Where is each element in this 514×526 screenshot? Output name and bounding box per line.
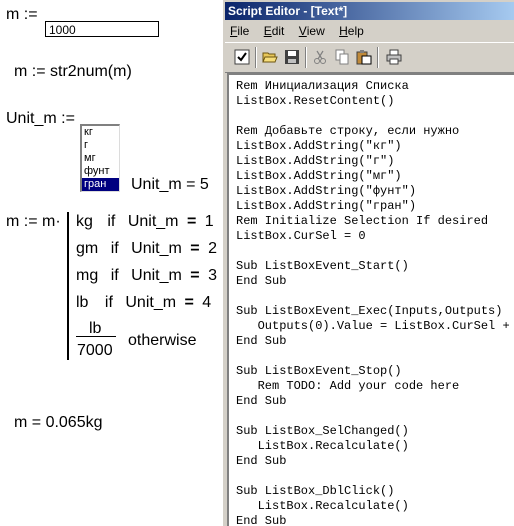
toolbar-separator	[305, 47, 307, 68]
open-folder-icon	[262, 52, 278, 63]
cut-button[interactable]	[309, 47, 331, 68]
toolbar	[225, 42, 514, 73]
code-line[interactable]: Outputs(0).Value = ListBox.CurSel + 1	[236, 319, 514, 334]
code-line[interactable]: ListBox.AddString("гран")	[236, 199, 514, 214]
menu-view[interactable]: View	[294, 22, 331, 38]
code-editor[interactable]: Rem Инициализация Списка ListBox.ResetCon…	[227, 73, 514, 526]
code-line[interactable]	[236, 109, 514, 124]
code-line[interactable]: ListBox.AddString("кг")	[236, 139, 514, 154]
code-line[interactable]: Rem Initialize Selection If desired	[236, 214, 514, 229]
m-assign-label: m :=	[6, 6, 38, 23]
code-line[interactable]: ListBox.Recalculate()	[236, 439, 514, 454]
code-text[interactable]: Rem Инициализация Списка ListBox.ResetCon…	[236, 79, 514, 526]
code-line[interactable]	[236, 349, 514, 364]
mass-input-field[interactable]: 1000	[45, 21, 159, 37]
code-line[interactable]: Sub ListBoxEvent_Exec(Inputs,Outputs)	[236, 304, 514, 319]
code-line[interactable]	[236, 469, 514, 484]
code-line[interactable]: End Sub	[236, 274, 514, 289]
menu-help[interactable]: Help	[334, 22, 370, 38]
code-line[interactable]: End Sub	[236, 454, 514, 469]
m-piecewise-lhs: m := m·	[6, 213, 61, 230]
case-row: lb if Unit_m = 4	[76, 294, 211, 312]
case-eq: =	[184, 294, 194, 311]
listbox-option-lb[interactable]: фунт	[82, 165, 119, 178]
code-line[interactable]: End Sub	[236, 394, 514, 409]
case-var: Unit_m	[125, 294, 177, 311]
toolbar-separator	[255, 47, 257, 68]
case-num: 1	[204, 213, 214, 230]
save-button[interactable]	[281, 47, 303, 68]
case-unit: gm	[76, 240, 99, 257]
listbox-option-grain[interactable]: гран	[82, 178, 119, 191]
code-line[interactable]: Rem Инициализация Списка	[236, 79, 514, 94]
listbox-option-kg[interactable]: кг	[82, 126, 119, 139]
unit-listbox[interactable]: кг г мг фунт гран	[80, 124, 120, 192]
case-row: gm if Unit_m = 2	[76, 240, 217, 258]
case-num: 2	[208, 240, 217, 257]
code-line[interactable]: ListBox.AddString("г")	[236, 154, 514, 169]
menu-edit[interactable]: Edit	[259, 22, 291, 38]
copy-button[interactable]	[331, 47, 353, 68]
save-icon	[285, 50, 299, 64]
case-num: 4	[202, 294, 212, 311]
unit-result: Unit_m = 5	[131, 176, 209, 193]
case-if: if	[110, 267, 119, 284]
code-line[interactable]: ListBox.AddString("мг")	[236, 169, 514, 184]
menu-file[interactable]: File	[225, 22, 255, 38]
print-icon	[386, 49, 402, 65]
case-unit: lb	[76, 294, 89, 311]
case-var: Unit_m	[127, 213, 179, 230]
code-line[interactable]	[236, 409, 514, 424]
listbox-option-g[interactable]: г	[82, 139, 119, 152]
code-line[interactable]: ListBox.CurSel = 0	[236, 229, 514, 244]
cut-icon	[314, 50, 326, 64]
window-title: Script Editor - [Text*]	[225, 2, 514, 20]
case-row: kg if Unit_m = 1	[76, 213, 214, 231]
code-line[interactable]	[236, 244, 514, 259]
mathcad-worksheet: m := 1000 m := str2num(m) Unit_m := кг г…	[0, 0, 222, 526]
code-line[interactable]: ListBox.Recalculate()	[236, 499, 514, 514]
copy-icon	[335, 49, 349, 65]
fraction-bar	[76, 336, 116, 337]
code-line[interactable]: ListBox.AddString("фунт")	[236, 184, 514, 199]
menu-bar: File Edit View Help	[225, 22, 514, 41]
script-editor-window: Script Editor - [Text*] File Edit View H…	[222, 0, 514, 526]
case-eq: =	[186, 213, 197, 230]
otherwise-label: otherwise	[128, 332, 197, 349]
open-button[interactable]	[259, 47, 281, 68]
case-eq: =	[190, 267, 200, 284]
final-result: m = 0.065kg	[14, 414, 103, 431]
paste-icon	[356, 50, 372, 65]
code-line[interactable]: End Sub	[236, 334, 514, 349]
case-eq: =	[190, 240, 200, 257]
code-line[interactable]: Rem TODO: Add your code here	[236, 379, 514, 394]
m-str2num-expression: m := str2num(m)	[14, 63, 132, 80]
code-line[interactable]: Sub ListBoxEvent_Start()	[236, 259, 514, 274]
fraction-denominator: 7000	[77, 342, 113, 359]
code-line[interactable]: Rem Добавьте строку, если нужно	[236, 124, 514, 139]
piecewise-bracket	[67, 212, 69, 360]
toolbar-separator	[377, 47, 379, 68]
case-row: mg if Unit_m = 3	[76, 267, 217, 285]
unit-assign-label: Unit_m :=	[6, 110, 75, 127]
code-line[interactable]: Sub ListBox_SelChanged()	[236, 424, 514, 439]
check-button[interactable]	[231, 47, 253, 68]
case-unit: mg	[76, 267, 99, 284]
code-line[interactable]: ListBox.ResetContent()	[236, 94, 514, 109]
code-line[interactable]: Sub ListBox_DblClick()	[236, 484, 514, 499]
code-line[interactable]: End Sub	[236, 514, 514, 526]
case-var: Unit_m	[131, 240, 182, 257]
code-line[interactable]: Sub ListBoxEvent_Stop()	[236, 364, 514, 379]
paste-button[interactable]	[353, 47, 375, 68]
case-if: if	[104, 294, 113, 311]
listbox-option-mg[interactable]: мг	[82, 152, 119, 165]
check-icon	[234, 49, 250, 65]
case-if: if	[107, 213, 116, 230]
case-unit: kg	[76, 213, 93, 230]
code-line[interactable]	[236, 289, 514, 304]
case-num: 3	[208, 267, 217, 284]
case-if: if	[110, 240, 119, 257]
print-button[interactable]	[383, 47, 405, 68]
case-var: Unit_m	[131, 267, 182, 284]
